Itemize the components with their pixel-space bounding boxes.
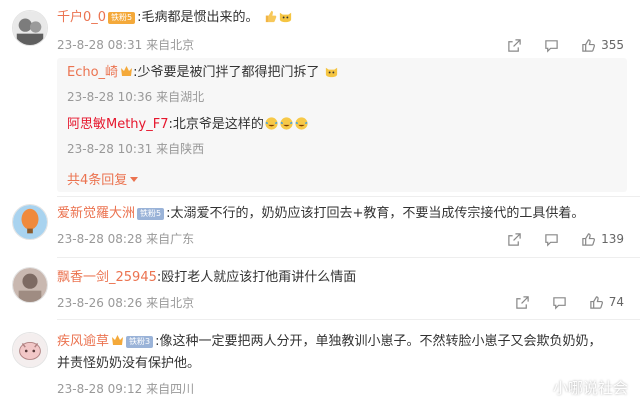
- location: 来自广东: [146, 232, 195, 246]
- watermark: 小哪说社会: [553, 377, 628, 398]
- share-icon[interactable]: [507, 38, 522, 53]
- location: 来自陕西: [156, 142, 205, 156]
- comment-text-line: 疾风逾草 铁粉3:像这种一定要把两人分开，单独教训小崽子。不然转脸小崽子又会欺负奶…: [57, 333, 602, 351]
- fan-badge: 铁粉5: [137, 208, 165, 220]
- reply-username[interactable]: Echo_崎: [67, 65, 118, 80]
- like-icon[interactable]: [581, 38, 596, 53]
- timestamp: 23-8-28 08:28: [57, 232, 143, 246]
- comment-text-line: 千户0_0 铁粉5:毛病都是惯出来的。: [57, 9, 293, 27]
- comment-actions: 355: [485, 36, 624, 54]
- more-replies-label: 共4条回复: [67, 173, 128, 188]
- comment-icon[interactable]: [544, 38, 559, 53]
- reply-box: Echo_崎 :少爷要是被门拌了都得把门拆了 23-8-28 10:36 来自湖北…: [57, 58, 627, 192]
- reply-text: :少爷要是被门拌了都得把门拆了: [133, 65, 320, 80]
- timestamp: 23-8-28 09:12: [57, 382, 143, 396]
- crown-icon: [120, 65, 133, 77]
- reply-username[interactable]: 阿思敏Methy_F7: [67, 117, 169, 132]
- like-count: 139: [601, 232, 624, 246]
- comment-text-line: 飘香一剑_25945:殴打老人就应该打他甭讲什么情面: [57, 269, 356, 287]
- comment-meta: 23-8-28 08:28 来自广东: [57, 230, 194, 247]
- comment-item: 疾风逾草 铁粉3:像这种一定要把两人分开，单独教训小崽子。不然转脸小崽子又会欺负奶…: [0, 320, 640, 406]
- comment-item: 千户0_0 铁粉5:毛病都是惯出来的。 23-8-28 08:31 来自北京 35…: [0, 0, 640, 200]
- reply-text-line: Echo_崎 :少爷要是被门拌了都得把门拆了: [67, 64, 339, 82]
- timestamp: 23-8-28 10:31: [67, 142, 153, 156]
- reply-text-line: 阿思敏Methy_F7:北京爷是这样的: [67, 116, 309, 134]
- username[interactable]: 爱新觉羅大洲: [57, 206, 135, 221]
- cat-emoji-icon: [324, 64, 339, 79]
- username[interactable]: 千户0_0: [57, 10, 106, 25]
- reply-meta: 23-8-28 10:31 来自陕西: [67, 140, 204, 157]
- comment-icon[interactable]: [552, 295, 567, 310]
- comment-meta: 23-8-26 08:26 来自北京: [57, 294, 194, 311]
- caret-down-icon: [130, 177, 139, 182]
- reply-text: :北京爷是这样的: [168, 117, 264, 132]
- location: 来自北京: [146, 296, 195, 310]
- comment-icon[interactable]: [544, 232, 559, 247]
- comment-actions: 74: [493, 293, 624, 311]
- comment-item: 爱新觉羅大洲 铁粉5:太溺爱不行的，奶奶应该打回去+教育，不要当成传宗接代的工具供…: [0, 196, 640, 258]
- timestamp: 23-8-28 10:36: [67, 90, 153, 104]
- thumbs-up-emoji-icon: [263, 9, 278, 24]
- fan-badge: 铁粉3: [126, 336, 154, 348]
- location: 来自湖北: [156, 90, 205, 104]
- cat-emoji-icon: [278, 9, 293, 24]
- like-count: 355: [601, 38, 624, 52]
- timestamp: 23-8-26 08:26: [57, 296, 143, 310]
- crown-icon: [111, 334, 124, 346]
- watermark-label: 小哪说社会: [552, 379, 628, 397]
- share-icon[interactable]: [507, 232, 522, 247]
- reply-meta: 23-8-28 10:36 来自湖北: [67, 88, 204, 105]
- comment-text: :毛病都是惯出来的。: [137, 10, 259, 25]
- avatar[interactable]: [12, 332, 48, 368]
- more-replies-link[interactable]: 共4条回复: [67, 169, 139, 188]
- like-count: 74: [608, 295, 624, 309]
- comment-item: 飘香一剑_25945:殴打老人就应该打他甭讲什么情面 23-8-26 08:26…: [0, 258, 640, 320]
- avatar[interactable]: [12, 267, 48, 303]
- comment-meta: 23-8-28 08:31 来自北京: [57, 36, 194, 53]
- like-icon[interactable]: [581, 232, 596, 247]
- comment-text-line: 爱新觉羅大洲 铁粉5:太溺爱不行的，奶奶应该打回去+教育，不要当成传宗接代的工具供…: [57, 205, 584, 223]
- avatar[interactable]: [12, 10, 48, 46]
- comment-text: :太溺爱不行的，奶奶应该打回去+教育，不要当成传宗接代的工具供着。: [166, 206, 585, 221]
- username[interactable]: 疾风逾草: [57, 334, 109, 349]
- laugh-cry-emoji-icon: [279, 116, 294, 131]
- laugh-cry-emoji-icon: [264, 116, 279, 131]
- like-icon[interactable]: [589, 295, 604, 310]
- avatar[interactable]: [12, 204, 48, 240]
- comment-actions: 139: [485, 230, 624, 248]
- comment-text: 并责怪奶奶没有保护他。: [57, 356, 201, 371]
- comment-text: :像这种一定要把两人分开，单独教训小崽子。不然转脸小崽子又会欺负奶奶，: [155, 334, 602, 349]
- comment-text-line: 并责怪奶奶没有保护他。: [57, 355, 200, 373]
- share-icon[interactable]: [515, 295, 530, 310]
- timestamp: 23-8-28 08:31: [57, 38, 143, 52]
- location: 来自四川: [146, 382, 195, 396]
- fan-badge: 铁粉5: [108, 12, 136, 24]
- comment-text: :殴打老人就应该打他甭讲什么情面: [156, 270, 357, 285]
- comment-meta: 23-8-28 09:12 来自四川: [57, 380, 194, 397]
- location: 来自北京: [146, 38, 195, 52]
- username[interactable]: 飘香一剑_25945: [57, 270, 157, 285]
- laugh-cry-emoji-icon: [294, 116, 309, 131]
